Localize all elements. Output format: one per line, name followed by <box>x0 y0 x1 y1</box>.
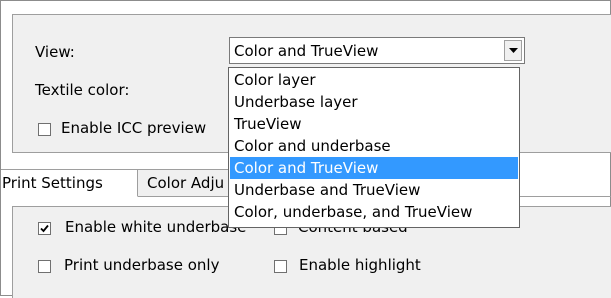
view-option-color-underbase-trueview[interactable]: Color, underbase, and TrueView <box>230 201 518 223</box>
view-option-label: Underbase layer <box>234 93 358 111</box>
enable-highlight-label: Enable highlight <box>299 256 421 274</box>
underbase-only-label: Print underbase only <box>64 256 220 274</box>
view-option-color-and-underbase[interactable]: Color and underbase <box>230 135 518 157</box>
view-option-label: Color and underbase <box>234 137 391 155</box>
chevron-down-icon[interactable] <box>504 40 522 61</box>
underbase-only-checkbox[interactable] <box>38 260 51 273</box>
view-option-label: Color layer <box>234 71 316 89</box>
enable-highlight-checkbox[interactable] <box>274 260 287 273</box>
view-combobox-value: Color and TrueView <box>234 42 379 60</box>
view-option-label: TrueView <box>234 115 302 133</box>
view-option-color-layer[interactable]: Color layer <box>230 69 518 91</box>
textile-color-label: Textile color: <box>35 81 130 99</box>
view-option-label: Color and TrueView <box>234 159 379 177</box>
view-option-label: Underbase and TrueView <box>234 181 421 199</box>
white-underbase-checkbox[interactable] <box>38 222 51 235</box>
view-option-trueview[interactable]: TrueView <box>230 113 518 135</box>
view-combobox[interactable]: Color and TrueView <box>229 37 525 64</box>
view-label: View: <box>35 43 75 61</box>
dialog-frame: View: Color and TrueView Textile color: … <box>0 0 611 298</box>
tab-print-settings-label: Print Settings <box>2 174 103 192</box>
view-option-underbase-layer[interactable]: Underbase layer <box>230 91 518 113</box>
checkmark-icon <box>40 224 49 233</box>
view-option-color-and-trueview[interactable]: Color and TrueView <box>230 157 518 179</box>
tab-color-adjustments[interactable]: Color Adju <box>138 169 238 196</box>
icc-preview-label: Enable ICC preview <box>61 119 207 137</box>
icc-preview-checkbox[interactable] <box>38 123 51 136</box>
tab-color-adjustments-label: Color Adju <box>147 174 225 192</box>
tab-print-settings[interactable]: Print Settings <box>1 169 138 197</box>
view-option-underbase-and-trueview[interactable]: Underbase and TrueView <box>230 179 518 201</box>
white-underbase-label: Enable white underbase <box>65 218 247 236</box>
view-option-label: Color, underbase, and TrueView <box>234 203 473 221</box>
view-dropdown-list: Color layer Underbase layer TrueView Col… <box>228 67 520 228</box>
